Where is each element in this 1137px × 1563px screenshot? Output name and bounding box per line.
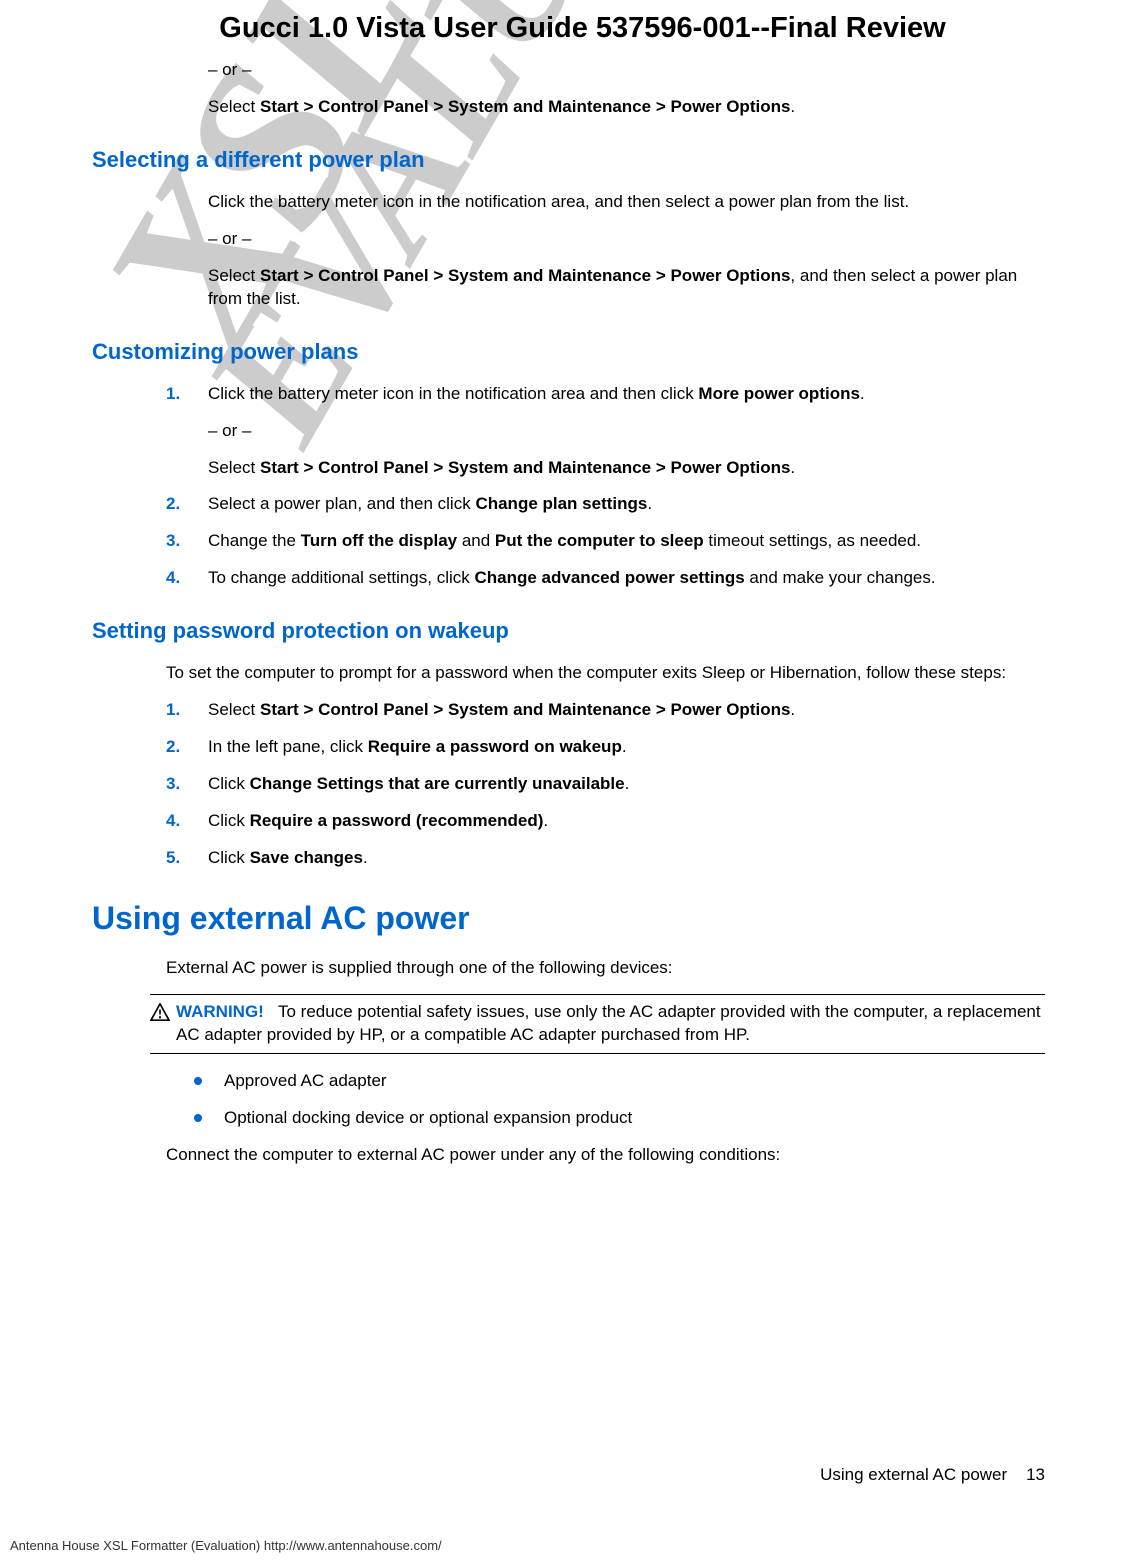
bold-text: Turn off the display [301,531,457,550]
step-number: 1. [166,383,180,406]
heading-customizing-plans: Customizing power plans [92,339,1045,365]
sec4-p1: External AC power is supplied through on… [166,957,1045,980]
text: Change the [208,531,301,550]
page-content: Gucci 1.0 Vista User Guide 537596-001--F… [0,0,1137,1167]
warning-block: WARNING! To reduce potential safety issu… [150,994,1045,1054]
heading-selecting-plan: Selecting a different power plan [92,147,1045,173]
list-item: 5. Click Save changes. [166,847,1045,870]
sec3-steps: 1. Select Start > Control Panel > System… [166,699,1045,870]
text: and make your changes. [745,568,936,587]
text: Click [208,774,250,793]
footer-generator: Antenna House XSL Formatter (Evaluation)… [10,1538,442,1553]
text: . [647,494,652,513]
text: . [860,384,865,403]
bold-text: Require a password (recommended) [250,811,544,830]
text: In the left pane, click [208,737,368,756]
step-number: 5. [166,847,180,870]
heading-password-wakeup: Setting password protection on wakeup [92,618,1045,644]
menu-path: Start > Control Panel > System and Maint… [260,458,790,477]
list-item: 1. Select Start > Control Panel > System… [166,699,1045,722]
footer-section: Using external AC power [820,1465,1007,1484]
list-item: 3. Change the Turn off the display and P… [166,530,1045,553]
text: Select a power plan, and then click [208,494,475,513]
heading-external-ac-power: Using external AC power [92,900,1045,937]
menu-path: Start > Control Panel > System and Maint… [260,700,790,719]
bold-text: Change advanced power settings [475,568,745,587]
step-number: 3. [166,773,180,796]
sec4-p2: Connect the computer to external AC powe… [166,1144,1045,1167]
text: Click [208,811,250,830]
text: To change additional settings, click [208,568,475,587]
step-number: 3. [166,530,180,553]
list-item: 4. Click Require a password (recommended… [166,810,1045,833]
text: . [790,97,795,116]
step-or: – or – [208,420,1045,443]
bold-text: Require a password on wakeup [368,737,622,756]
text: . [790,458,795,477]
text: timeout settings, as needed. [704,531,921,550]
footer-page-number: 13 [1026,1465,1045,1484]
text: Select [208,700,260,719]
step-number: 2. [166,736,180,759]
list-item: Approved AC adapter [194,1070,1045,1093]
step-number: 1. [166,699,180,722]
sec4-bullets: Approved AC adapter Optional docking dev… [194,1070,1045,1130]
step-number: 4. [166,567,180,590]
text: . [543,811,548,830]
step-number: 2. [166,493,180,516]
sec2-steps: 1. Click the battery meter icon in the n… [166,383,1045,591]
text: and [457,531,495,550]
warning-text: WARNING! To reduce potential safety issu… [176,1001,1045,1047]
list-item: 3. Click Change Settings that are curren… [166,773,1045,796]
sec1-or: – or – [208,228,1045,251]
text: . [363,848,368,867]
step-select: Select Start > Control Panel > System an… [208,457,1045,480]
bold-text: Change plan settings [475,494,647,513]
document-title: Gucci 1.0 Vista User Guide 537596-001--F… [120,12,1045,45]
text: Select [208,266,260,285]
intro-or: – or – [208,59,1045,82]
warning-label: WARNING! [176,1002,264,1021]
bold-text: Change Settings that are currently unava… [250,774,625,793]
list-item: 4. To change additional settings, click … [166,567,1045,590]
step-number: 4. [166,810,180,833]
list-item: 1. Click the battery meter icon in the n… [166,383,1045,480]
warning-icon [150,1003,170,1021]
text: To reduce potential safety issues, use o… [176,1002,1041,1044]
bold-text: Save changes [250,848,363,867]
menu-path: Start > Control Panel > System and Maint… [260,97,790,116]
footer-section-page: Using external AC power 13 [820,1465,1045,1485]
text: Click [208,848,250,867]
intro-select: Select Start > Control Panel > System an… [208,96,1045,119]
text: . [625,774,630,793]
list-item: Optional docking device or optional expa… [194,1107,1045,1130]
sec1-p1: Click the battery meter icon in the noti… [208,191,1045,214]
list-item: 2. In the left pane, click Require a pas… [166,736,1045,759]
text: . [622,737,627,756]
text: Select [208,97,260,116]
sec1-p2: Select Start > Control Panel > System an… [208,265,1045,311]
bold-text: Put the computer to sleep [495,531,704,550]
menu-path: Start > Control Panel > System and Maint… [260,266,790,285]
text: Select [208,458,260,477]
text: . [790,700,795,719]
list-item: 2. Select a power plan, and then click C… [166,493,1045,516]
bold-text: More power options [698,384,860,403]
text: Click the battery meter icon in the noti… [208,384,698,403]
sec3-intro: To set the computer to prompt for a pass… [166,662,1045,685]
